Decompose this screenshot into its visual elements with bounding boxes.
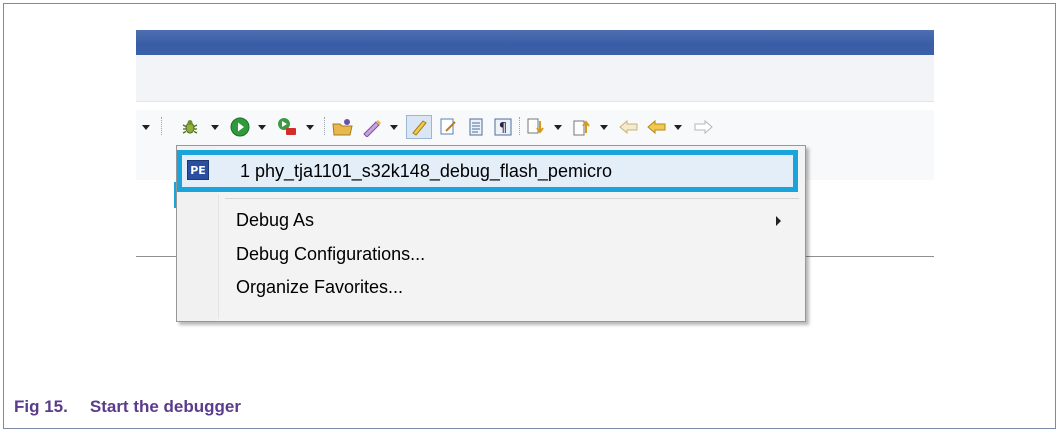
- toggle-mark-occurrences-button[interactable]: [406, 115, 432, 139]
- back-dropdown-icon[interactable]: [674, 125, 682, 130]
- toolbar-separator: [161, 117, 163, 135]
- debug-bug-icon[interactable]: [180, 118, 200, 136]
- editor-divider: [804, 256, 934, 257]
- run-icon[interactable]: [230, 117, 250, 137]
- main-toolbar: ¶: [136, 110, 934, 208]
- menu-item-debug-configurations[interactable]: Debug Configurations...: [177, 239, 805, 269]
- menu-separator: [225, 198, 799, 199]
- chevron-down-icon[interactable]: [142, 125, 150, 130]
- figure-caption: Fig 15. Start the debugger: [14, 397, 241, 417]
- submenu-arrow-icon: [776, 216, 781, 226]
- last-edit-location-icon[interactable]: [618, 118, 640, 136]
- previous-annotation-icon[interactable]: [572, 117, 592, 137]
- back-arrow-icon[interactable]: [646, 118, 668, 136]
- run-dropdown-icon[interactable]: [258, 125, 266, 130]
- svg-text:¶: ¶: [499, 121, 507, 136]
- external-tools-dropdown-icon[interactable]: [306, 125, 314, 130]
- next-annotation-icon[interactable]: [526, 117, 546, 137]
- menu-item-label: Debug As: [236, 209, 315, 230]
- figure-title: Start the debugger: [89, 397, 241, 416]
- pencil-dropdown-icon[interactable]: [390, 125, 398, 130]
- window-titlebar: [136, 30, 934, 55]
- menu-strip: [136, 55, 934, 102]
- menu-item-label: Organize Favorites...: [236, 276, 404, 297]
- previous-annotation-dropdown-icon[interactable]: [600, 125, 608, 130]
- menu-item-label: 1 phy_tja1101_s32k148_debug_flash_pemicr…: [240, 160, 612, 181]
- pencil-icon[interactable]: [361, 117, 383, 137]
- menu-item-recent-launch[interactable]: PE 1 phy_tja1101_s32k148_debug_flash_pem…: [177, 150, 805, 192]
- debug-dropdown-icon[interactable]: [211, 125, 219, 130]
- menu-item-organize-favorites[interactable]: Organize Favorites...: [177, 272, 805, 302]
- document-icon[interactable]: [466, 117, 486, 137]
- toolbar-separator: [519, 117, 521, 135]
- external-tools-icon[interactable]: [276, 116, 298, 138]
- svg-text:PE: PE: [190, 164, 206, 177]
- toolbar-separator: [324, 117, 326, 135]
- figure-number: Fig 15.: [14, 397, 68, 416]
- next-annotation-dropdown-icon[interactable]: [554, 125, 562, 130]
- debug-dropdown-menu: PE 1 phy_tja1101_s32k148_debug_flash_pem…: [176, 145, 806, 322]
- page-edit-icon[interactable]: [438, 117, 458, 137]
- open-folder-icon[interactable]: [332, 117, 354, 137]
- pilcrow-icon[interactable]: ¶: [493, 117, 513, 137]
- editor-divider: [136, 256, 176, 257]
- menu-item-label: Debug Configurations...: [236, 243, 426, 264]
- menu-item-debug-as[interactable]: Debug As: [177, 205, 805, 235]
- pemicro-icon: PE: [187, 160, 209, 185]
- forward-arrow-icon[interactable]: [692, 118, 714, 136]
